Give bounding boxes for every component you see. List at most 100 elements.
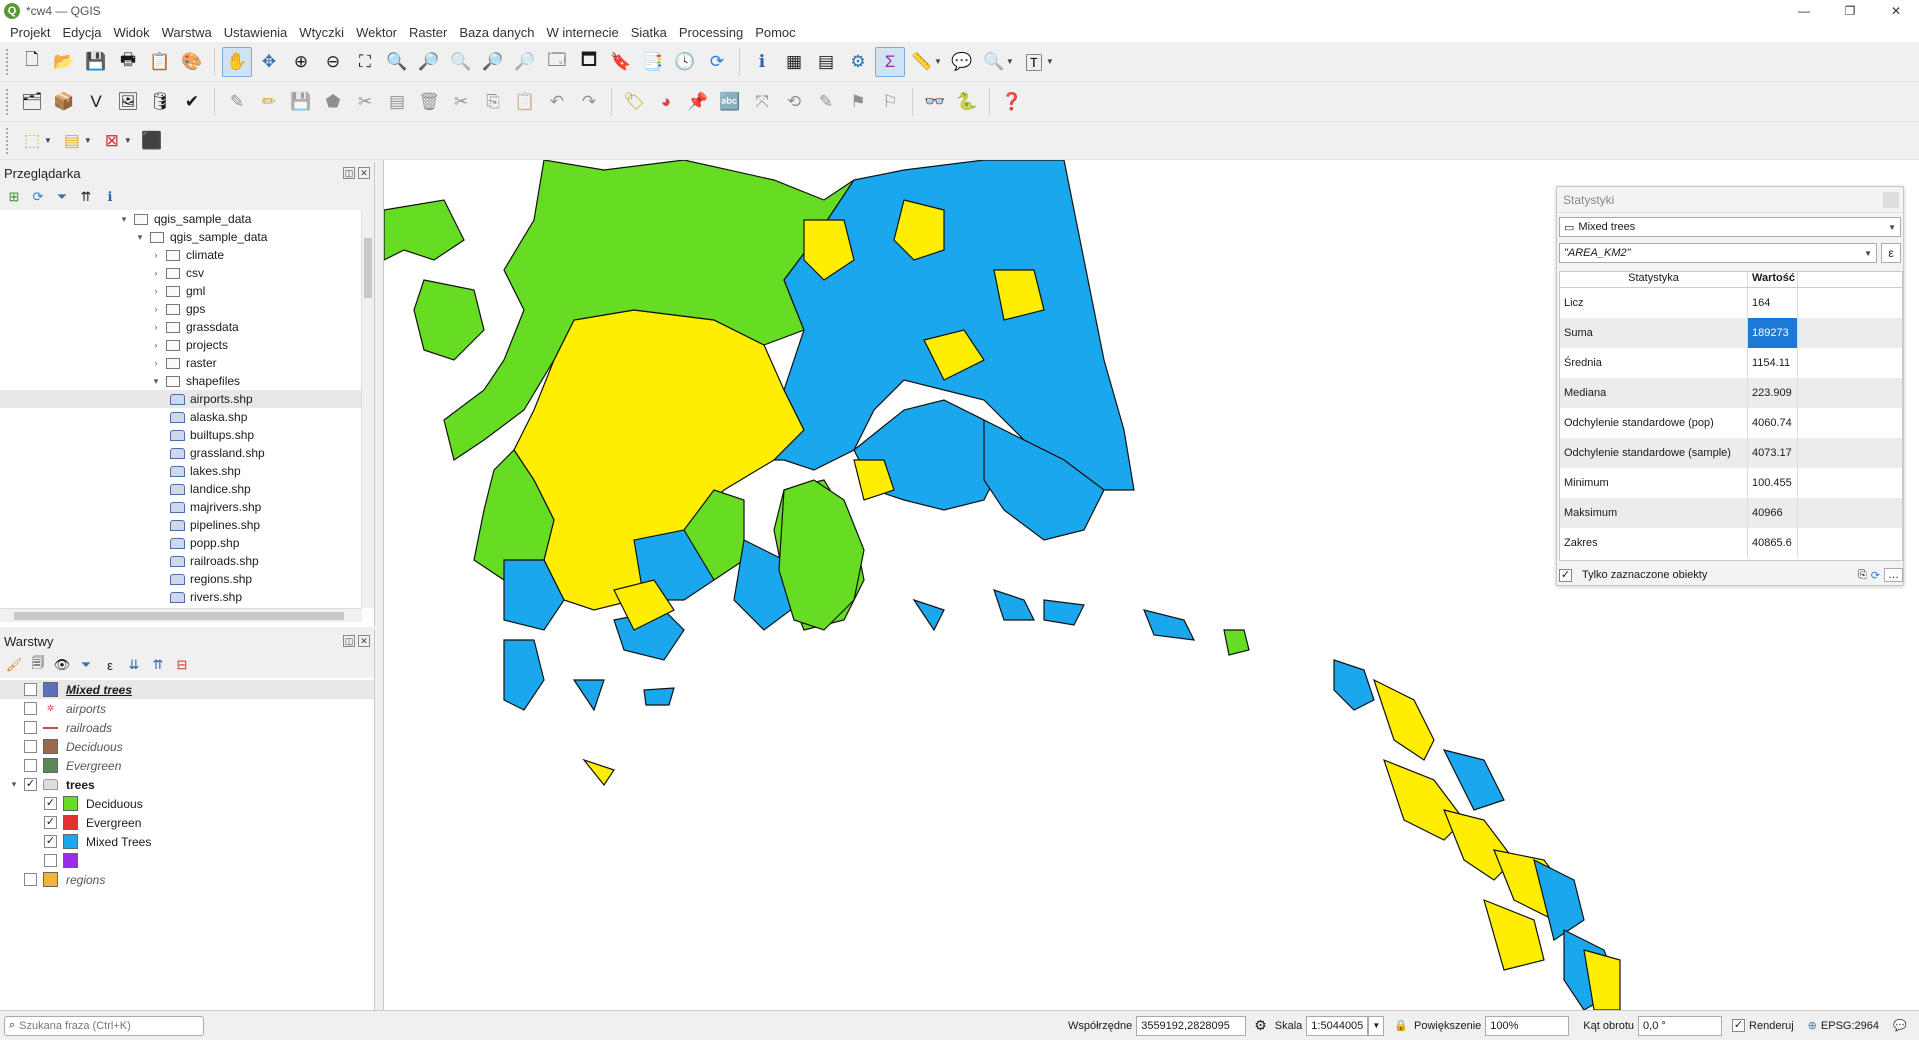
browser-item[interactable]: ▾ qgis_sample_data — [0, 210, 362, 228]
pan-map-icon[interactable]: ✋ — [222, 46, 252, 77]
more-button[interactable]: … — [1884, 568, 1903, 582]
only-selected-checkbox[interactable]: ✓ — [1559, 568, 1572, 582]
label-move-icon[interactable]: ⚐ — [875, 87, 905, 117]
locator-search[interactable]: ⌕ Szukana fraza (Ctrl+K) — [4, 1015, 204, 1036]
statistics-row[interactable]: Zakres 40865.6 — [1560, 528, 1902, 558]
add-db-icon[interactable]: 🛢 — [145, 87, 175, 117]
zoom-layer-icon[interactable]: 🔎 — [414, 47, 444, 77]
menu-raster[interactable]: Raster — [403, 25, 453, 40]
layer-visibility-checkbox[interactable] — [24, 683, 37, 696]
annotation-icon[interactable]: 🔍 — [979, 47, 1009, 77]
text-annotation-dropdown-icon[interactable]: ▼ — [1046, 57, 1054, 66]
data-source-manager-icon[interactable]: 🗂 — [17, 87, 47, 117]
browser-item[interactable]: landice.shp — [0, 480, 362, 498]
collapse-all-icon[interactable]: ⇈ — [76, 187, 96, 207]
expression-button[interactable]: ε — [1881, 243, 1901, 263]
menu-baza-danych[interactable]: Baza danych — [453, 25, 540, 40]
expand-arrow-icon[interactable]: › — [150, 340, 162, 350]
statistic-value[interactable]: 40865.6 — [1748, 528, 1798, 558]
diagram-icon[interactable]: ◕ — [651, 87, 681, 117]
browser-item[interactable]: › raster — [0, 354, 362, 372]
menu-edycja[interactable]: Edycja — [56, 25, 107, 40]
new-3d-view-icon[interactable]: 🗖 — [574, 47, 604, 77]
statistic-value[interactable]: 164 — [1748, 288, 1798, 318]
identify-icon[interactable]: ℹ — [747, 47, 777, 77]
statistics-sum-icon[interactable]: Σ — [875, 46, 905, 77]
statistics-row[interactable]: Odchylenie standardowe (sample) 4073.17 — [1560, 438, 1902, 468]
python-console-icon[interactable]: 🐍 — [952, 87, 982, 117]
current-edits-icon[interactable]: ✎ — [222, 87, 252, 117]
layer-item[interactable] — [0, 851, 374, 870]
layer-visibility-checkbox[interactable]: ✓ — [24, 778, 37, 791]
statistics-row[interactable]: Maksimum 40966 — [1560, 498, 1902, 528]
text-annotation-icon[interactable]: 🅃 — [1019, 47, 1049, 77]
menu-processing[interactable]: Processing — [673, 25, 749, 40]
print-layout-icon[interactable]: 🖶 — [113, 47, 143, 77]
refresh-icon[interactable]: ⟳ — [702, 47, 732, 77]
crs-icon[interactable]: ⊕ — [1808, 1019, 1817, 1032]
style-manager-icon[interactable]: 🎨 — [177, 47, 207, 77]
layer-item[interactable]: regions — [0, 870, 374, 889]
messages-icon[interactable]: 💬 — [1893, 1019, 1907, 1032]
layer-item[interactable]: Mixed trees — [0, 680, 374, 699]
rotation-field[interactable]: 0,0 ° — [1638, 1015, 1723, 1036]
extents-toggle-icon[interactable]: ⚙ — [1254, 1017, 1267, 1034]
layer-item[interactable]: ✲ airports — [0, 699, 374, 718]
browser-item[interactable]: › gps — [0, 300, 362, 318]
zoom-field[interactable]: 100% — [1485, 1015, 1570, 1036]
new-geopackage-icon[interactable]: 📦 — [49, 87, 79, 117]
expand-arrow-icon[interactable]: ▾ — [150, 376, 162, 387]
measure-dropdown-icon[interactable]: ▼ — [934, 57, 942, 66]
expand-all-icon[interactable]: ⇊ — [124, 655, 144, 675]
column-wartosc[interactable]: Wartość — [1748, 272, 1798, 287]
browser-item[interactable]: rivers.shp — [0, 588, 362, 606]
browser-hscrollbar[interactable] — [0, 608, 362, 622]
layer-item[interactable]: Deciduous — [0, 737, 374, 756]
map-tips-icon[interactable]: 💬 — [947, 47, 977, 77]
select-by-expression-icon[interactable]: ▤ — [57, 126, 87, 156]
refresh-stats-icon[interactable]: ⟳ — [1871, 569, 1880, 582]
layer-visibility-checkbox[interactable] — [24, 740, 37, 753]
browser-item[interactable]: ▾ qgis_sample_data — [0, 228, 362, 246]
statistics-row[interactable]: Średnia 1154.11 — [1560, 348, 1902, 378]
close-button[interactable]: ✕ — [1873, 0, 1919, 22]
show-labels-icon[interactable]: 🔤 — [715, 87, 745, 117]
layout-manager-icon[interactable]: 📋 — [145, 47, 175, 77]
layer-visibility-checkbox[interactable] — [44, 854, 57, 867]
layer-visibility-checkbox[interactable]: ✓ — [44, 816, 57, 829]
new-bookmark-icon[interactable]: 🔖 — [606, 47, 636, 77]
layer-visibility-checkbox[interactable]: ✓ — [44, 797, 57, 810]
statistic-value[interactable]: 4060.74 — [1748, 408, 1798, 438]
scale-field[interactable]: 1:5044005 — [1306, 1015, 1369, 1036]
browser-item[interactable]: alaska.shp — [0, 408, 362, 426]
statistic-value[interactable]: 223.909 — [1748, 378, 1798, 408]
add-vector-icon[interactable]: V — [81, 87, 111, 117]
pin-labels-icon[interactable]: 📌 — [683, 87, 713, 117]
statistics-row[interactable]: Mediana 223.909 — [1560, 378, 1902, 408]
menu-warstwa[interactable]: Warstwa — [156, 25, 218, 40]
toolbar-grip[interactable] — [6, 127, 10, 154]
layer-visibility-checkbox[interactable] — [24, 702, 37, 715]
paste-features-icon[interactable]: 📋 — [510, 87, 540, 117]
browser-item[interactable]: regions.shp — [0, 570, 362, 588]
field-calculator-icon[interactable]: ▤ — [811, 47, 841, 77]
menu-ustawienia[interactable]: Ustawienia — [218, 25, 294, 40]
vertex-tool-icon[interactable]: ✂ — [350, 87, 380, 117]
new-map-view-icon[interactable]: 🗔 — [542, 47, 572, 77]
browser-vscrollbar[interactable] — [361, 210, 374, 608]
column-statystyka[interactable]: Statystyka — [1560, 272, 1748, 287]
browser-item[interactable]: builtups.shp — [0, 426, 362, 444]
statistic-value[interactable]: 100.455 — [1748, 468, 1798, 498]
statistics-row[interactable]: Minimum 100.455 — [1560, 468, 1902, 498]
save-edits-icon[interactable]: 💾 — [286, 87, 316, 117]
add-selected-icon[interactable]: ⊞ — [4, 187, 24, 207]
expand-arrow-icon[interactable]: › — [150, 304, 162, 314]
select-location-icon[interactable]: ⬛ — [137, 126, 167, 156]
toggle-editing-icon[interactable]: ✏ — [254, 87, 284, 117]
browser-item[interactable]: railroads.shp — [0, 552, 362, 570]
layer-item[interactable]: ▾ ✓ trees — [0, 775, 374, 794]
menu-w-internecie[interactable]: W internecie — [540, 25, 624, 40]
expand-arrow-icon[interactable]: › — [150, 250, 162, 260]
browser-item[interactable]: grassland.shp — [0, 444, 362, 462]
zoom-in-icon[interactable]: ⊕ — [286, 47, 316, 77]
